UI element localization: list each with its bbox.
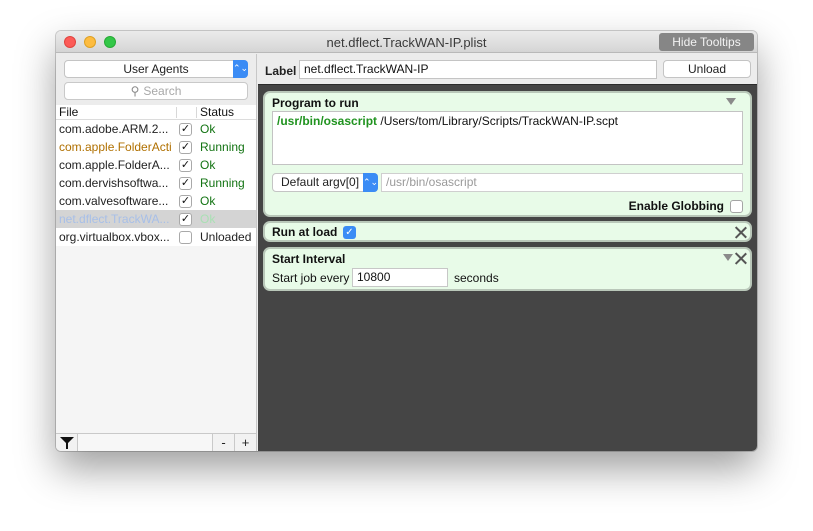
list-item-status: Ok	[200, 194, 216, 208]
enable-globbing-label: Enable Globbing	[628, 199, 724, 213]
filter-button[interactable]	[56, 434, 78, 451]
disclosure-triangle-icon[interactable]	[726, 98, 736, 105]
run-at-load-panel: Run at load ✓	[263, 221, 752, 242]
argv0-select-value: Default argv[0]	[281, 175, 360, 189]
run-at-load-checkbox[interactable]: ✓	[343, 226, 356, 239]
panel-title: Run at load	[272, 225, 338, 239]
list-item-file: net.dflect.TrackWA...	[59, 212, 170, 226]
argv0-select[interactable]: Default argv[0] ⌃⌄	[272, 173, 378, 192]
enable-globbing-checkbox[interactable]	[730, 200, 743, 213]
list-bottom-bar: - +	[56, 433, 256, 451]
program-arguments-textarea[interactable]: /usr/bin/osascript /Users/tom/Library/Sc…	[272, 111, 743, 165]
close-icon[interactable]	[735, 252, 747, 264]
list-item-file: com.apple.FolderA...	[59, 158, 170, 172]
argv0-input[interactable]: /usr/bin/osascript	[381, 173, 743, 192]
list-item-file: com.valvesoftware...	[59, 194, 169, 208]
agent-type-select[interactable]: User Agents ⌃⌄	[64, 60, 248, 78]
list-item-status: Running	[200, 140, 245, 154]
start-interval-panel: Start Interval Start job every 10800 sec…	[263, 247, 752, 291]
hide-tooltips-button[interactable]: Hide Tooltips	[659, 33, 754, 51]
add-agent-button[interactable]: +	[234, 434, 256, 451]
list-item-file: org.virtualbox.vbox...	[59, 230, 170, 244]
funnel-icon	[60, 437, 74, 449]
label-bar: Label net.dflect.TrackWAN-IP Unload	[258, 54, 757, 85]
search-input[interactable]: ⚲ Search	[64, 82, 248, 100]
up-down-chevron-icon: ⌃⌄	[233, 60, 248, 78]
sidebar: User Agents ⌃⌄ ⚲ Search File Status com.a…	[56, 54, 257, 451]
interval-unit-label: seconds	[454, 271, 499, 285]
interval-seconds-input[interactable]: 10800	[352, 268, 448, 287]
filter-field[interactable]	[78, 434, 212, 451]
list-item[interactable]: com.apple.FolderA... ✓ Ok	[56, 156, 256, 174]
list-item-enabled-checkbox[interactable]: ✓	[179, 123, 192, 136]
column-divider	[176, 107, 177, 118]
magnifier-icon: ⚲	[130, 84, 140, 98]
remove-agent-button[interactable]: -	[212, 434, 234, 451]
list-item-file: com.adobe.ARM.2...	[59, 122, 169, 136]
label-input[interactable]: net.dflect.TrackWAN-IP	[299, 60, 657, 79]
list-item[interactable]: com.adobe.ARM.2... ✓ Ok	[56, 120, 256, 138]
list-header: File Status	[56, 105, 256, 120]
title-bar: net.dflect.TrackWAN-IP.plist Hide Toolti…	[56, 31, 757, 53]
agent-list: File Status com.adobe.ARM.2... ✓ Ok com.app…	[56, 105, 256, 433]
panel-title: Program to run	[272, 96, 359, 110]
list-item-enabled-checkbox[interactable]: ✓	[179, 195, 192, 208]
list-item-file: com.apple.FolderActi	[59, 140, 172, 154]
list-item[interactable]: com.apple.FolderActi ✓ Running	[56, 138, 256, 156]
column-divider	[196, 107, 197, 118]
list-item-status: Running	[200, 176, 245, 190]
list-item-enabled-checkbox[interactable]: ✓	[179, 177, 192, 190]
app-window: net.dflect.TrackWAN-IP.plist Hide Toolti…	[56, 31, 757, 451]
list-item-enabled-checkbox[interactable]	[179, 231, 192, 244]
list-item-status: Unloaded	[200, 230, 252, 244]
program-path: /usr/bin/osascript	[277, 114, 378, 128]
list-item-status: Ok	[200, 158, 216, 172]
panel-title: Start Interval	[272, 252, 346, 266]
list-item-status: Ok	[200, 122, 216, 136]
program-arguments: /Users/tom/Library/Scripts/TrackWAN-IP.s…	[380, 114, 618, 128]
column-header-file[interactable]: File	[59, 105, 78, 119]
column-header-status[interactable]: Status	[200, 105, 234, 119]
list-item-file: com.dervishsoftwa...	[59, 176, 169, 190]
list-item[interactable]: com.dervishsoftwa... ✓ Running	[56, 174, 256, 192]
list-item-enabled-checkbox[interactable]: ✓	[179, 141, 192, 154]
unload-button[interactable]: Unload	[663, 60, 751, 78]
list-item-enabled-checkbox[interactable]: ✓	[179, 213, 192, 226]
list-item-enabled-checkbox[interactable]: ✓	[179, 159, 192, 172]
list-item[interactable]: com.valvesoftware... ✓ Ok	[56, 192, 256, 210]
agent-type-value: User Agents	[123, 62, 189, 76]
search-placeholder: Search	[143, 84, 182, 98]
close-icon[interactable]	[735, 226, 747, 238]
label-caption: Label	[265, 64, 297, 78]
list-item[interactable]: org.virtualbox.vbox... Unloaded	[56, 228, 256, 246]
window-title: net.dflect.TrackWAN-IP.plist	[326, 35, 487, 50]
editor-pane: Label net.dflect.TrackWAN-IP Unload Prog…	[258, 54, 757, 451]
disclosure-triangle-icon[interactable]	[723, 254, 733, 261]
interval-lead-label: Start job every	[272, 271, 350, 285]
program-to-run-panel: Program to run /usr/bin/osascript /Users…	[263, 91, 752, 217]
up-down-chevron-icon: ⌃⌄	[363, 173, 378, 192]
list-item[interactable]: net.dflect.TrackWA... ✓ Ok	[56, 210, 256, 228]
list-item-status: Ok	[200, 212, 216, 226]
